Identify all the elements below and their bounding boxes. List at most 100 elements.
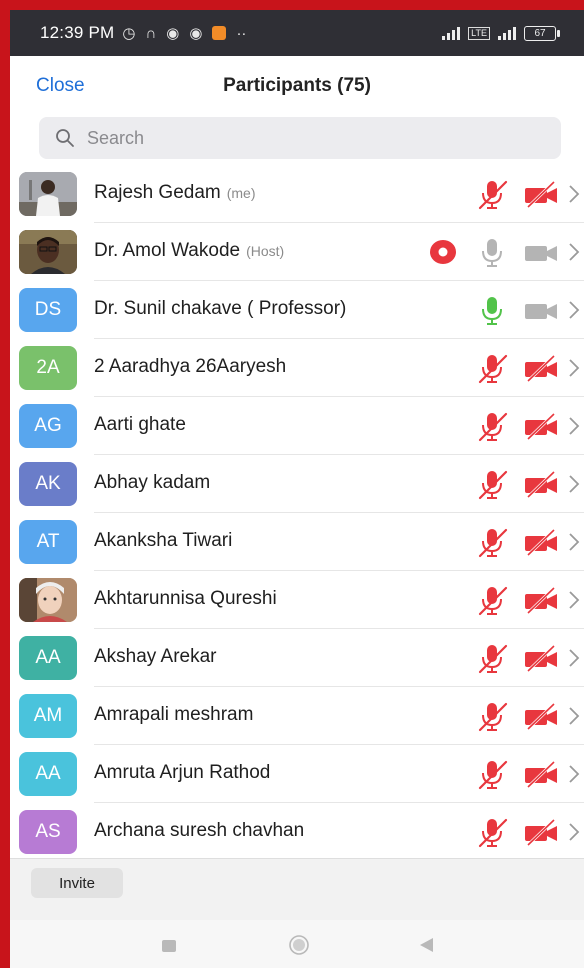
avatar-photo [19,230,77,274]
page-title: Participants (75) [223,75,371,96]
participant-name: Abhay kadam [94,472,210,494]
video-off-icon[interactable] [522,353,560,383]
microphone-icon[interactable] [476,294,508,326]
signal-icon [442,26,461,40]
headphones-icon: ∩ [145,24,157,42]
avatar-photo [19,578,77,622]
participant-name: Aarti ghate [94,414,186,436]
mic-muted-icon[interactable] [476,758,508,790]
video-camera-icon[interactable] [522,295,560,325]
avatar-initials: AA [19,752,77,796]
avatar-initials: AG [19,404,77,448]
home-icon[interactable] [288,934,310,956]
chevron-right-icon[interactable] [567,414,581,438]
participant-name: Akshay Arekar [94,646,217,668]
mic-muted-icon[interactable] [476,700,508,732]
participant-row[interactable]: Dr. Amol Wakode (Host) [10,223,584,281]
chevron-right-icon[interactable] [567,530,581,554]
chevron-right-icon[interactable] [567,240,581,264]
participant-name-text: Dr. Amol Wakode [94,240,241,261]
video-off-icon[interactable] [522,469,560,499]
chrome-icon: ◉ [166,24,180,42]
status-bar: 12:39 PM ◷ ∩ ◉ ◉ ·· LTE 67 [10,10,584,56]
participant-row[interactable]: AK Abhay kadam [10,455,584,513]
chevron-right-icon[interactable] [567,356,581,380]
android-nav-bar [10,920,584,968]
search-icon [56,129,74,147]
avatar-photo [19,172,77,216]
search-input[interactable] [85,126,529,150]
participant-row[interactable]: AA Akshay Arekar [10,629,584,687]
video-off-icon[interactable] [522,759,560,789]
microphone-icon[interactable] [476,236,508,268]
video-off-icon[interactable] [522,585,560,615]
participant-name-text: Rajesh Gedam [94,182,221,203]
mic-muted-icon[interactable] [476,584,508,616]
more-dots-icon: ·· [236,24,247,42]
chevron-right-icon[interactable] [567,820,581,844]
video-off-icon[interactable] [522,411,560,441]
back-icon[interactable] [418,937,434,953]
participant-name-text: Aarti ghate [94,414,186,435]
avatar-initials: AM [19,694,77,738]
participant-row[interactable]: DS Dr. Sunil chakave ( Professor) [10,281,584,339]
chrome-icon: ◉ [189,24,203,42]
chevron-right-icon[interactable] [567,182,581,206]
chevron-right-icon[interactable] [567,298,581,322]
participant-name: Akanksha Tiwari [94,530,232,552]
participant-name-text: Abhay kadam [94,472,211,493]
chevron-right-icon[interactable] [567,704,581,728]
participant-row[interactable]: Rajesh Gedam (me) [10,165,584,223]
alarm-icon: ◷ [122,24,136,42]
participant-role-badge: (Host) [246,243,285,259]
status-time: 12:39 PM [40,23,115,42]
mic-muted-icon[interactable] [476,816,508,848]
chevron-right-icon[interactable] [567,646,581,670]
participant-row[interactable]: Akhtarunnisa Qureshi [10,571,584,629]
participant-row[interactable]: 2A 2 Aaradhya 26Aaryesh [10,339,584,397]
video-off-icon[interactable] [522,817,560,847]
chevron-right-icon[interactable] [567,588,581,612]
participant-name: Amrapali meshram [94,704,253,726]
participant-role-badge: (me) [226,185,256,201]
participant-name: Rajesh Gedam (me) [94,182,256,204]
participant-row[interactable]: AT Akanksha Tiwari [10,513,584,571]
avatar-initials: DS [19,288,77,332]
participant-row[interactable]: AM Amrapali meshram [10,687,584,745]
avatar-initials: AS [19,810,77,854]
phone-screen: 12:39 PM ◷ ∩ ◉ ◉ ·· LTE 67 Close Partici… [10,10,584,968]
chevron-right-icon[interactable] [567,472,581,496]
mic-muted-icon[interactable] [476,468,508,500]
participant-name: Amruta Arjun Rathod [94,762,270,784]
participant-name: Archana suresh chavhan [94,820,304,842]
status-right: LTE 67 [442,10,560,56]
participant-name: Dr. Sunil chakave ( Professor) [94,298,346,320]
participant-name-text: Archana suresh chavhan [94,820,305,841]
participant-name: 2 Aaradhya 26Aaryesh [94,356,286,378]
avatar-initials: AA [19,636,77,680]
video-off-icon[interactable] [522,701,560,731]
mic-muted-icon[interactable] [476,410,508,442]
chevron-right-icon[interactable] [567,762,581,786]
mic-muted-icon[interactable] [476,352,508,384]
participants-header: Close Participants (75) [10,56,584,110]
participant-row[interactable]: AS Archana suresh chavhan [10,803,584,861]
video-camera-icon[interactable] [522,237,560,267]
participant-row[interactable]: AA Amruta Arjun Rathod [10,745,584,803]
video-off-icon[interactable] [522,643,560,673]
mic-muted-icon[interactable] [476,642,508,674]
signal-icon [498,26,516,40]
video-off-icon[interactable] [522,179,560,209]
participant-name: Akhtarunnisa Qureshi [94,588,277,610]
participant-name-text: Amrapali meshram [94,704,254,725]
lte-badge: LTE [468,26,490,40]
video-off-icon[interactable] [522,527,560,557]
mic-muted-icon[interactable] [476,526,508,558]
participant-name-text: Amruta Arjun Rathod [94,762,271,783]
recent-apps-icon[interactable] [162,940,176,952]
participant-row[interactable]: AG Aarti ghate [10,397,584,455]
invite-button[interactable]: Invite [31,868,123,898]
search-bar[interactable] [39,117,561,159]
participant-name-text: Akshay Arekar [94,646,217,667]
mic-muted-icon[interactable] [476,178,508,210]
